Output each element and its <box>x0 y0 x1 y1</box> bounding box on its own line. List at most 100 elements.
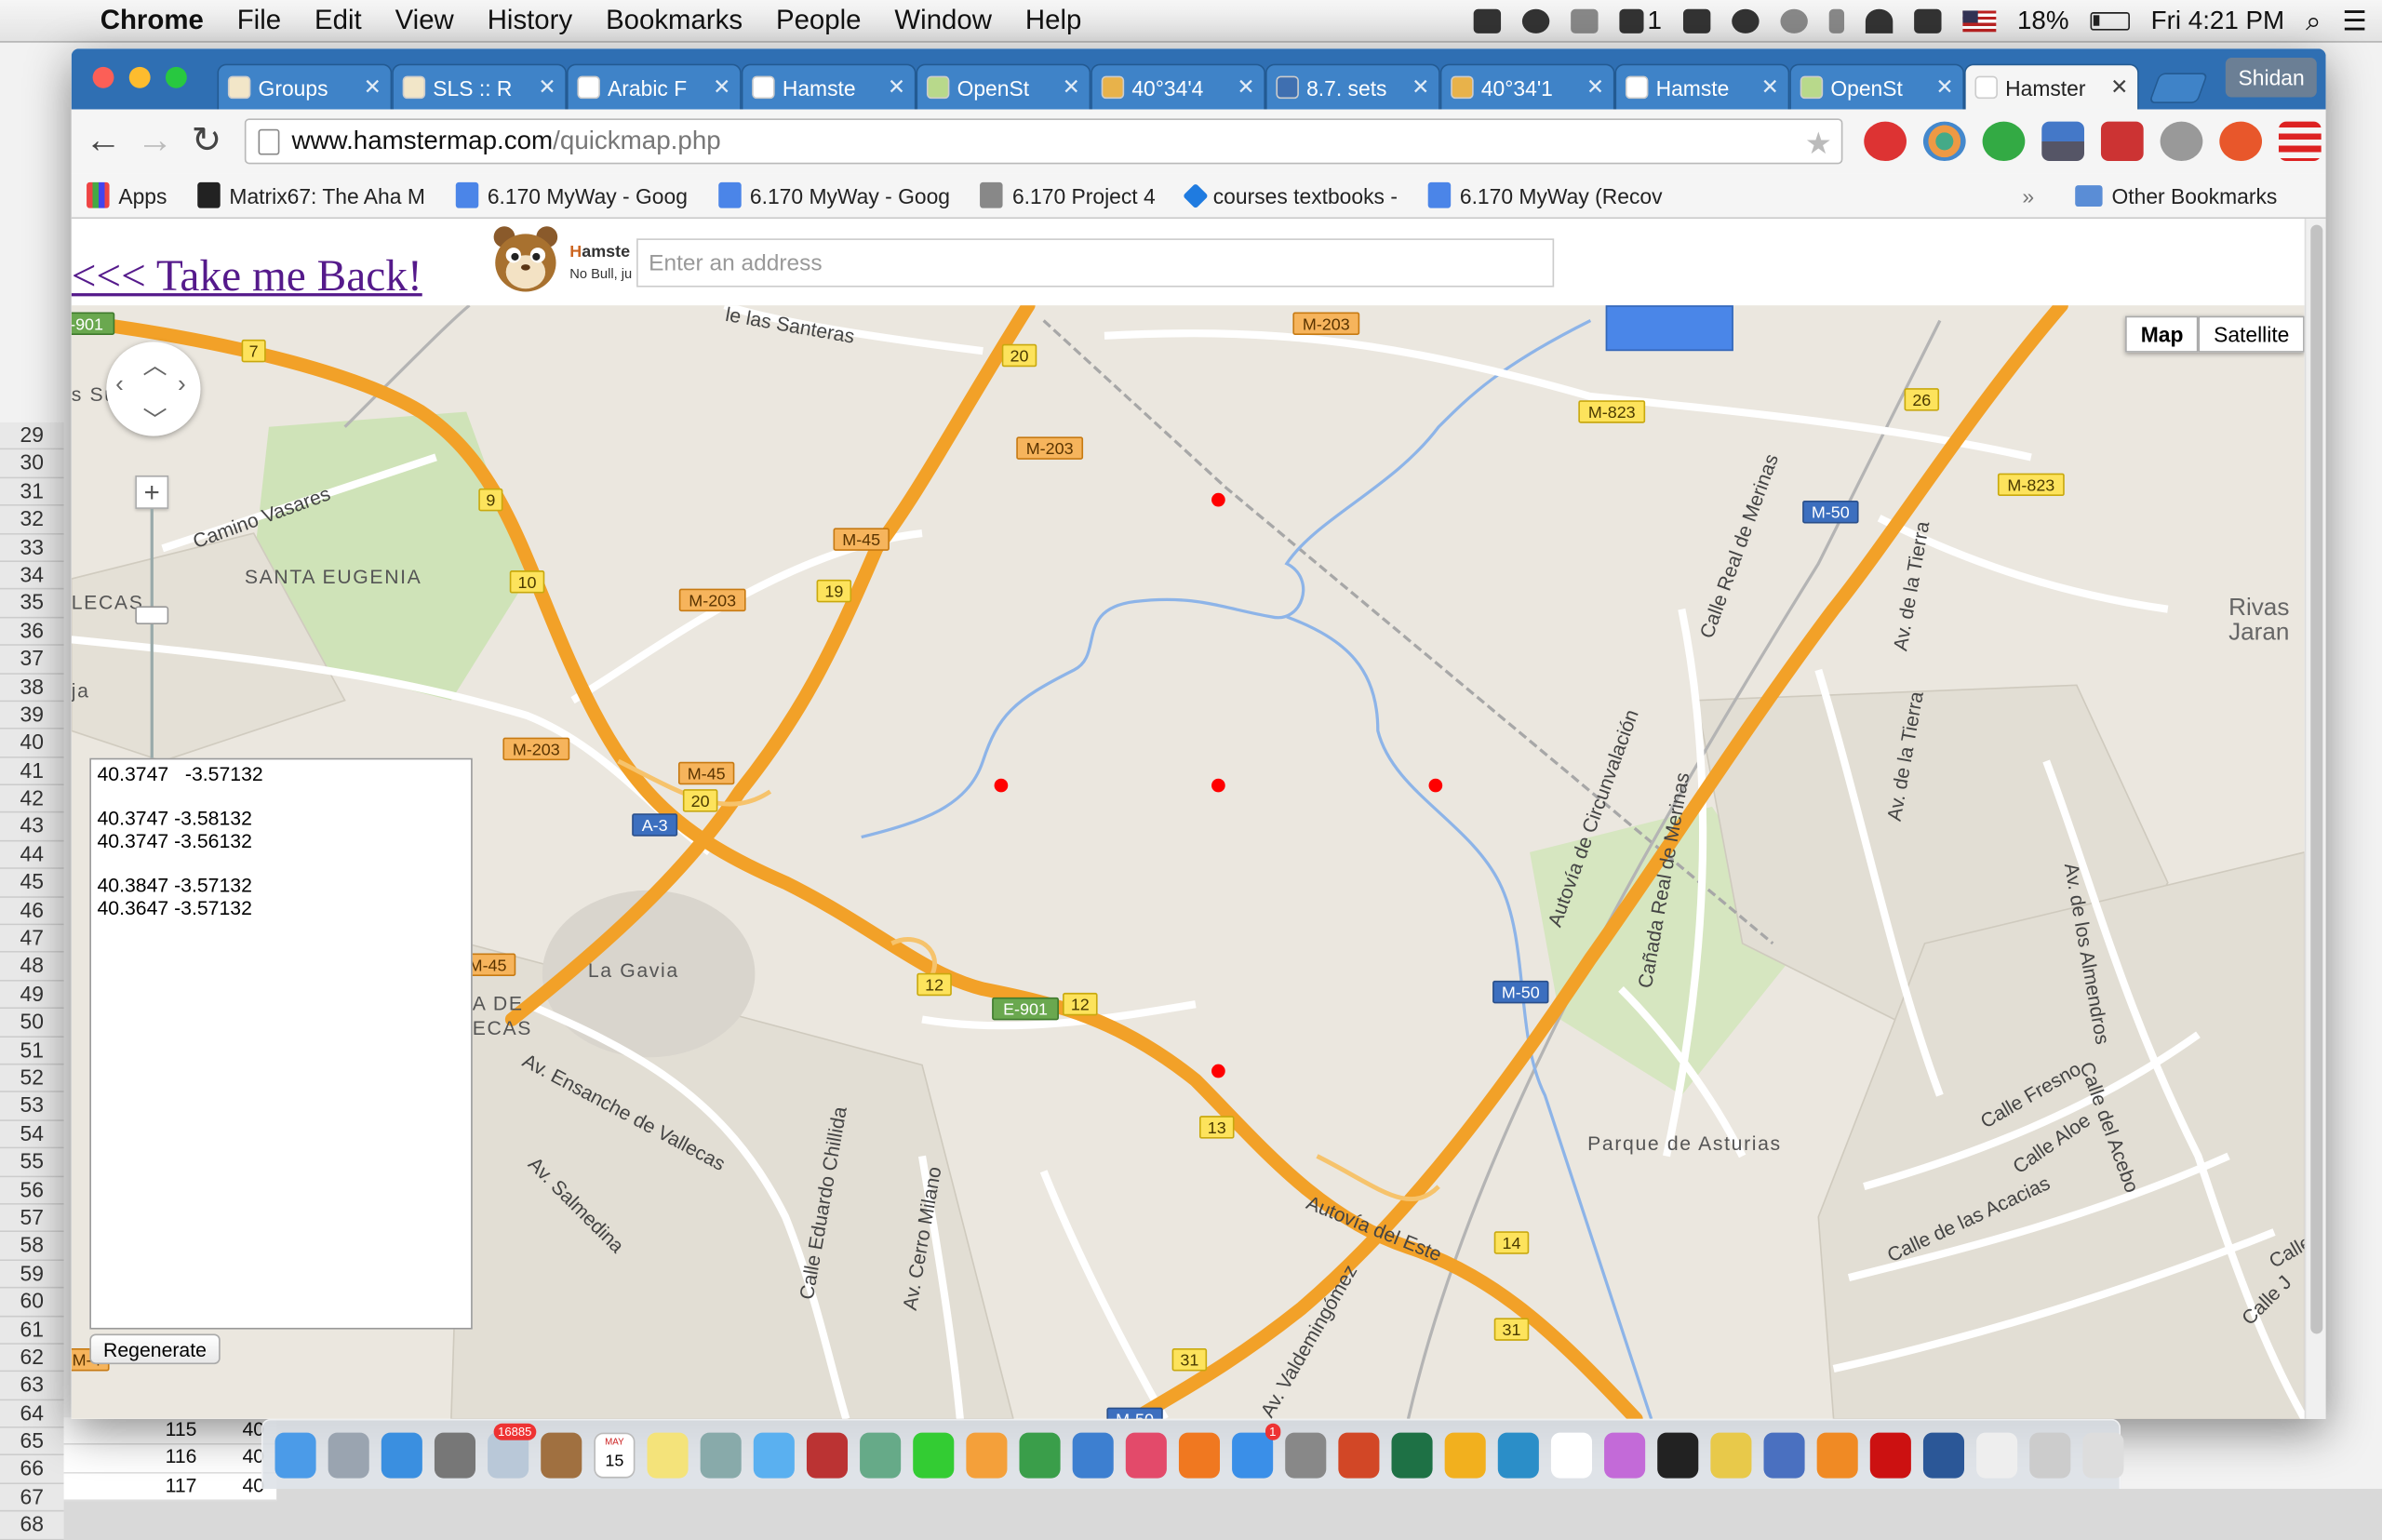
browser-tab[interactable]: OpenSt ✕ <box>916 63 1091 110</box>
system-preferences-icon[interactable] <box>1285 1431 1327 1478</box>
coordinate-marker[interactable] <box>1428 778 1443 793</box>
bookmark-item[interactable]: Apps <box>87 181 167 208</box>
browser-tab[interactable]: 40°34'1 ✕ <box>1439 63 1615 110</box>
wifi-icon[interactable] <box>1865 8 1894 33</box>
lync-icon[interactable] <box>1497 1431 1539 1478</box>
browser-tab[interactable]: 8.7. sets ✕ <box>1265 63 1440 110</box>
bookmark-item[interactable]: 6.170 MyWay - Goog <box>455 181 688 208</box>
bookmark-item[interactable]: 6.170 MyWay - Goog <box>717 181 950 208</box>
notification-center-icon[interactable]: ☰ <box>2342 6 2366 37</box>
other-bookmarks[interactable]: Other Bookmarks <box>2075 183 2277 208</box>
image-capture-icon[interactable] <box>860 1431 902 1478</box>
tab-close-icon[interactable]: ✕ <box>1237 74 1254 100</box>
tab-close-icon[interactable]: ✕ <box>1586 74 1604 100</box>
coordinate-marker[interactable] <box>1211 1064 1225 1078</box>
globe-extension-icon[interactable] <box>1922 121 1966 162</box>
pirate-extension-icon[interactable] <box>2100 121 2144 162</box>
coordinate-marker[interactable] <box>994 778 1009 793</box>
pan-down-icon[interactable]: ﹀ <box>142 399 167 435</box>
tab-close-icon[interactable]: ✕ <box>538 74 555 100</box>
menu-people[interactable]: People <box>776 5 862 36</box>
browser-tab[interactable]: SLS :: R ✕ <box>392 63 567 110</box>
info-extension-icon[interactable] <box>2160 121 2203 162</box>
map-type-map-button[interactable]: Map <box>2125 315 2199 353</box>
pinterest-extension-icon[interactable] <box>2219 121 2263 162</box>
map-type-satellite-button[interactable]: Satellite <box>2198 315 2305 353</box>
spreadsheet-cell[interactable]: 115 <box>166 1417 197 1443</box>
app-menu[interactable]: Chrome <box>100 5 204 36</box>
browser-tab[interactable]: Groups ✕ <box>217 63 393 110</box>
coordinate-marker[interactable] <box>1211 778 1225 793</box>
facetime-icon[interactable] <box>913 1431 955 1478</box>
new-tab-button[interactable] <box>2148 73 2209 104</box>
pan-left-icon[interactable]: ‹ <box>115 372 124 399</box>
menu-bookmarks[interactable]: Bookmarks <box>606 5 743 36</box>
numbers-icon[interactable] <box>1019 1431 1061 1478</box>
bluetooth-icon[interactable] <box>1828 8 1844 33</box>
time-machine-icon[interactable] <box>1780 8 1808 33</box>
scrollbar-thumb[interactable] <box>2310 224 2323 1334</box>
adobe-status-icon[interactable]: 1 <box>1620 7 1662 37</box>
preview-icon[interactable] <box>700 1431 742 1478</box>
bookmark-item[interactable]: 6.170 MyWay (Recov <box>1427 181 1663 208</box>
messages-icon[interactable] <box>753 1431 795 1478</box>
tab-close-icon[interactable]: ✕ <box>1412 74 1429 100</box>
powerpoint-icon[interactable] <box>1338 1431 1380 1478</box>
tab-close-icon[interactable]: ✕ <box>1761 74 1779 100</box>
regenerate-button[interactable]: Regenerate <box>89 1333 221 1365</box>
spotlight-icon[interactable]: ⌕ <box>2306 6 2321 37</box>
adblock-icon[interactable] <box>1864 121 1907 162</box>
excel-icon[interactable] <box>1391 1431 1433 1478</box>
ibooks-icon[interactable] <box>1178 1431 1221 1478</box>
menu-file[interactable]: File <box>237 5 281 36</box>
menu-edit[interactable]: Edit <box>314 5 362 36</box>
forward-arrow-icon[interactable]: → <box>135 121 174 161</box>
pan-up-icon[interactable]: ︿ <box>142 345 167 382</box>
window-zoom-button[interactable] <box>165 66 187 88</box>
app-store-icon[interactable]: 1 <box>1232 1422 1281 1478</box>
us-flag-input-icon[interactable] <box>1962 10 1997 33</box>
pan-right-icon[interactable]: › <box>178 372 186 399</box>
volume-icon[interactable] <box>1913 8 1942 33</box>
acrobat-icon[interactable] <box>1869 1431 1911 1478</box>
chrome-icon[interactable] <box>1710 1431 1752 1478</box>
contacts-icon[interactable] <box>541 1431 582 1478</box>
browser-tab[interactable]: Arabic F ✕ <box>566 63 742 110</box>
spreadsheet-cell[interactable]: 117 <box>166 1473 197 1499</box>
browser-tab[interactable]: OpenSt ✕ <box>1789 63 1965 110</box>
trash-icon[interactable] <box>2082 1431 2124 1478</box>
evernote-extension-icon[interactable] <box>1982 121 2026 162</box>
photo-booth-icon[interactable] <box>806 1431 849 1478</box>
calculator-grid-icon[interactable] <box>434 1431 476 1478</box>
tab-close-icon[interactable]: ✕ <box>364 74 381 100</box>
coordinates-textarea[interactable]: 40.3747 -3.57132 40.3747 -3.58132 40.374… <box>89 757 473 1330</box>
reload-icon[interactable]: ↻ <box>187 121 226 161</box>
zoom-slider-track[interactable] <box>150 508 154 798</box>
safari-icon[interactable] <box>381 1431 422 1478</box>
bookmark-star-icon[interactable]: ★ <box>1805 125 1832 163</box>
screenshot-icon[interactable] <box>2029 1431 2071 1478</box>
clock[interactable]: Fri 4:21 PM <box>2151 7 2284 37</box>
bookmark-item[interactable]: Matrix67: The Aha M <box>197 181 425 208</box>
map-canvas[interactable]: M-203 M-203 M-203 M-203 M-823 M-823 M-45 M-45 M-… <box>71 305 2305 1419</box>
window-minimize-button[interactable] <box>128 66 151 88</box>
window-close-button[interactable] <box>92 66 114 88</box>
document-icon[interactable] <box>1976 1431 2018 1478</box>
battery-icon[interactable] <box>2090 12 2130 31</box>
take-me-back-link[interactable]: <<< Take me Back! <box>72 252 422 302</box>
browser-tab[interactable]: 40°34'4 ✕ <box>1091 63 1265 110</box>
daisy-icon[interactable] <box>1604 1431 1646 1478</box>
menu-view[interactable]: View <box>395 5 454 36</box>
browser-tab[interactable]: Hamster ✕ <box>1964 63 2139 110</box>
browser-tab[interactable]: Hamste ✕ <box>1614 63 1790 110</box>
speech-bubble-status-icon[interactable] <box>1522 8 1550 33</box>
calendar-icon[interactable]: MAY 15 <box>594 1431 636 1478</box>
tab-close-icon[interactable]: ✕ <box>1935 74 1953 100</box>
menu-history[interactable]: History <box>488 5 572 36</box>
download-extension-icon[interactable] <box>2041 121 2084 162</box>
finder-icon[interactable] <box>274 1431 316 1478</box>
zoom-slider-handle[interactable] <box>135 606 169 625</box>
menu-help[interactable]: Help <box>1025 5 1081 36</box>
textedit-icon[interactable] <box>1550 1431 1593 1478</box>
browser-tab[interactable]: Hamste ✕ <box>741 63 917 110</box>
